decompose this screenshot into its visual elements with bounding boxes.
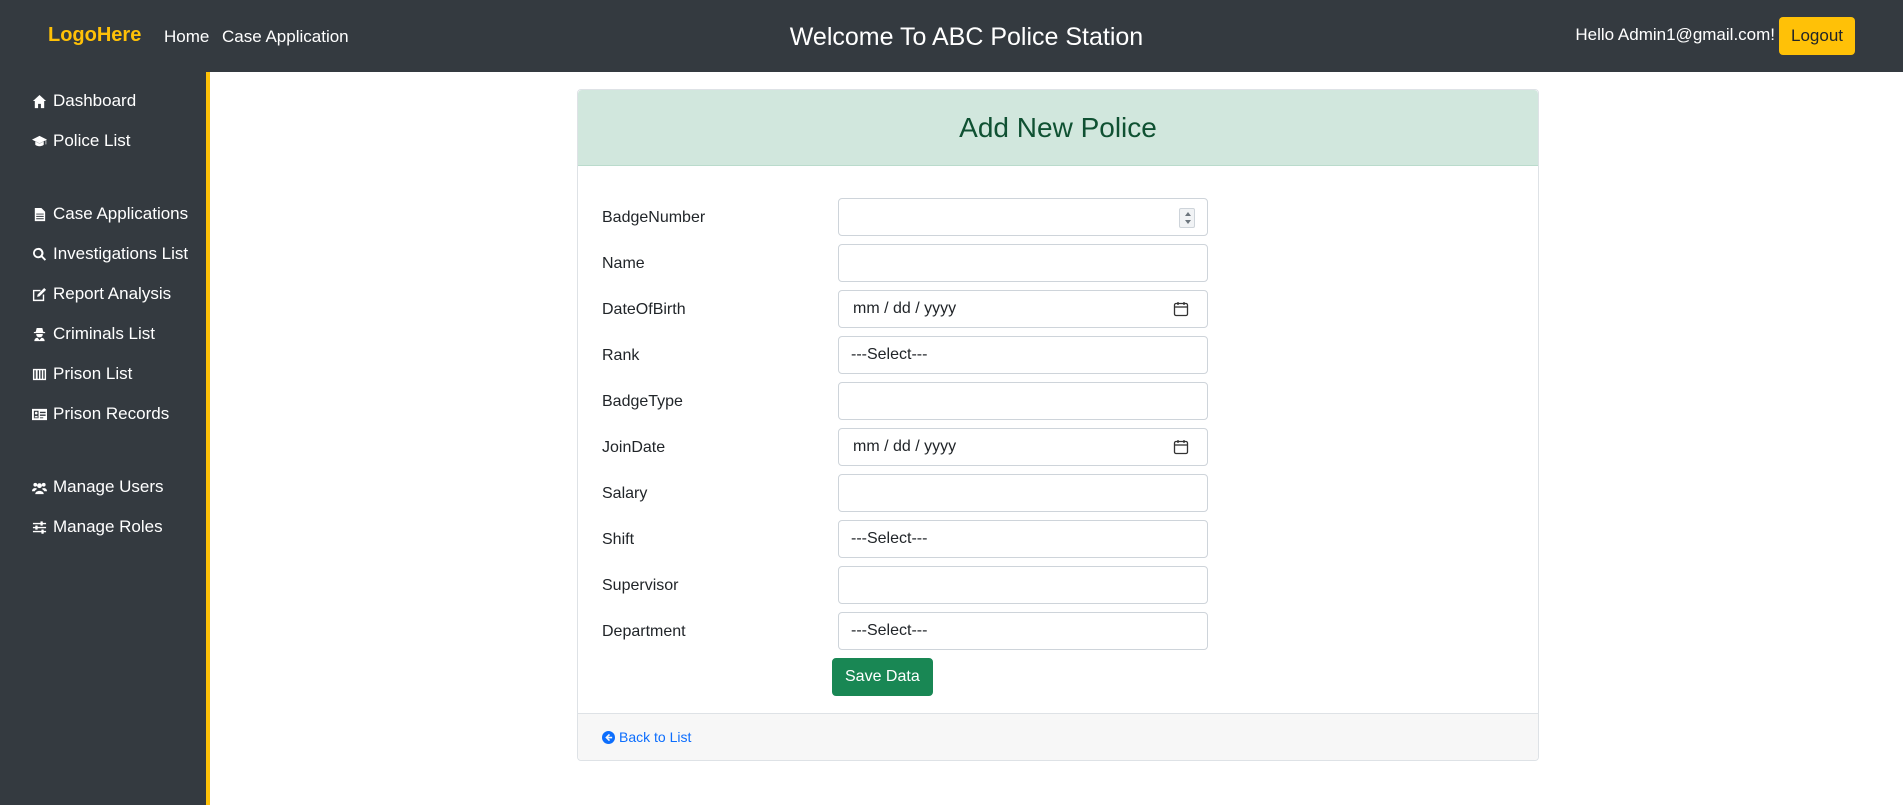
sidebar-item-label: Police List bbox=[53, 131, 131, 150]
date-of-birth-label: DateOfBirth bbox=[602, 301, 686, 318]
department-label: Department bbox=[602, 623, 686, 640]
calendar-icon[interactable] bbox=[1173, 439, 1189, 455]
card-footer: Back to List bbox=[578, 713, 1538, 760]
sidebar-item-label: Prison List bbox=[53, 364, 133, 383]
logout-button[interactable]: Logout bbox=[1779, 17, 1855, 55]
search-icon bbox=[31, 246, 47, 262]
sidebar-item-label: Criminals List bbox=[53, 324, 156, 343]
sidebar-item-manage-users[interactable]: Manage Users bbox=[31, 477, 164, 497]
add-police-card: Add New Police BadgeNumber Name DateOfBi… bbox=[577, 89, 1539, 761]
sidebar: Dashboard Police List Case Applications … bbox=[0, 72, 210, 805]
card-header: Add New Police bbox=[578, 90, 1538, 166]
sidebar-item-criminals-list[interactable]: Criminals List bbox=[31, 324, 155, 344]
shift-select[interactable]: ---Select--- bbox=[838, 520, 1208, 558]
sidebar-item-label: Manage Roles bbox=[53, 517, 163, 536]
supervisor-input[interactable] bbox=[838, 566, 1208, 604]
sidebar-item-case-applications[interactable]: Case Applications bbox=[31, 204, 188, 224]
prison-icon bbox=[31, 366, 47, 382]
sidebar-item-investigations-list[interactable]: Investigations List bbox=[31, 244, 188, 264]
date-of-birth-input[interactable]: mm / dd / yyyy bbox=[838, 290, 1208, 328]
form-title: Add New Police bbox=[959, 111, 1157, 143]
shift-label: Shift bbox=[602, 531, 635, 548]
sidebar-item-label: Dashboard bbox=[53, 91, 137, 110]
join-date-label: JoinDate bbox=[602, 439, 666, 456]
home-icon bbox=[31, 93, 47, 109]
user-secret-icon bbox=[31, 326, 47, 342]
sidebar-item-label: Report Analysis bbox=[53, 284, 172, 303]
salary-input[interactable] bbox=[838, 474, 1208, 512]
user-greeting: Hello Admin1@gmail.com! bbox=[1575, 25, 1775, 44]
sidebar-item-label: Prison Records bbox=[53, 404, 170, 423]
edit-icon bbox=[31, 286, 47, 302]
arrow-circle-left-icon bbox=[602, 730, 615, 744]
department-select[interactable]: ---Select--- bbox=[838, 612, 1208, 650]
name-label: Name bbox=[602, 255, 645, 272]
sidebar-item-dashboard[interactable]: Dashboard bbox=[31, 91, 136, 111]
sidebar-item-police-list[interactable]: Police List bbox=[31, 131, 130, 151]
back-to-list-link[interactable]: Back to List bbox=[602, 729, 691, 745]
top-navbar: LogoHere Home Case Application Welcome T… bbox=[0, 0, 1903, 72]
join-date-input[interactable]: mm / dd / yyyy bbox=[838, 428, 1208, 466]
save-data-button[interactable]: Save Data bbox=[832, 658, 933, 696]
sidebar-item-manage-roles[interactable]: Manage Roles bbox=[31, 517, 163, 537]
sidebar-item-label: Case Applications bbox=[53, 204, 189, 223]
number-spinner-icon[interactable] bbox=[1179, 208, 1195, 228]
sidebar-item-prison-list[interactable]: Prison List bbox=[31, 364, 132, 384]
badge-number-label: BadgeNumber bbox=[602, 209, 706, 226]
salary-label: Salary bbox=[602, 485, 648, 502]
graduation-cap-icon bbox=[31, 133, 47, 149]
badge-type-input[interactable] bbox=[838, 382, 1208, 420]
badge-number-input[interactable] bbox=[838, 198, 1208, 236]
file-icon bbox=[31, 206, 47, 222]
id-card-icon bbox=[31, 406, 47, 422]
badge-type-label: BadgeType bbox=[602, 393, 683, 410]
rank-label: Rank bbox=[602, 347, 640, 364]
sidebar-item-report-analysis[interactable]: Report Analysis bbox=[31, 284, 171, 304]
supervisor-label: Supervisor bbox=[602, 577, 679, 594]
rank-select[interactable]: ---Select--- bbox=[838, 336, 1208, 374]
sliders-icon bbox=[31, 519, 47, 535]
sidebar-item-label: Investigations List bbox=[53, 244, 189, 263]
sidebar-item-prison-records[interactable]: Prison Records bbox=[31, 404, 169, 424]
calendar-icon[interactable] bbox=[1173, 301, 1189, 317]
name-input[interactable] bbox=[838, 244, 1208, 282]
sidebar-item-label: Manage Users bbox=[53, 477, 164, 496]
users-icon bbox=[31, 479, 47, 495]
